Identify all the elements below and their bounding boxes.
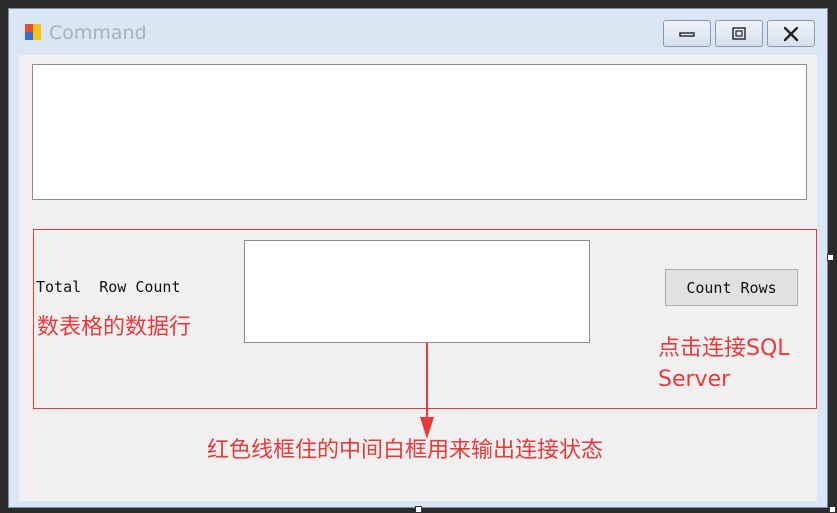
close-icon: [783, 26, 799, 41]
title-bar[interactable]: Command: [9, 9, 827, 55]
app-icon: [25, 24, 41, 40]
resize-handle-right[interactable]: [827, 254, 834, 261]
annotation-left-note: 数表格的数据行: [37, 315, 192, 340]
resize-handle-corner[interactable]: [829, 506, 836, 513]
annotation-right-note-line2: Server: [658, 367, 731, 392]
maximize-button[interactable]: [715, 20, 763, 47]
count-rows-button[interactable]: Count Rows: [665, 269, 798, 306]
output-textbox[interactable]: [32, 64, 807, 200]
annotation-bottom-note: 红色线框住的中间白框用来输出连接状态: [207, 438, 604, 463]
client-area: Total Row Count 数表格的数据行 Count Rows 点击连接S…: [19, 55, 817, 501]
status-textbox[interactable]: [244, 240, 590, 343]
maximize-icon: [732, 26, 746, 40]
resize-handle-bottom[interactable]: [415, 506, 422, 513]
total-row-count-label: Total Row Count: [36, 278, 181, 296]
annotation-right-note-line1: 点击连接SQL: [658, 336, 790, 361]
minimize-button[interactable]: [663, 20, 711, 47]
close-button[interactable]: [767, 20, 815, 47]
minimize-icon: [679, 31, 695, 37]
main-window: Command Total Row Count 数表格的数据行 Count Ro…: [8, 8, 828, 508]
down-arrow-icon: [420, 343, 434, 439]
window-title: Command: [49, 22, 147, 44]
